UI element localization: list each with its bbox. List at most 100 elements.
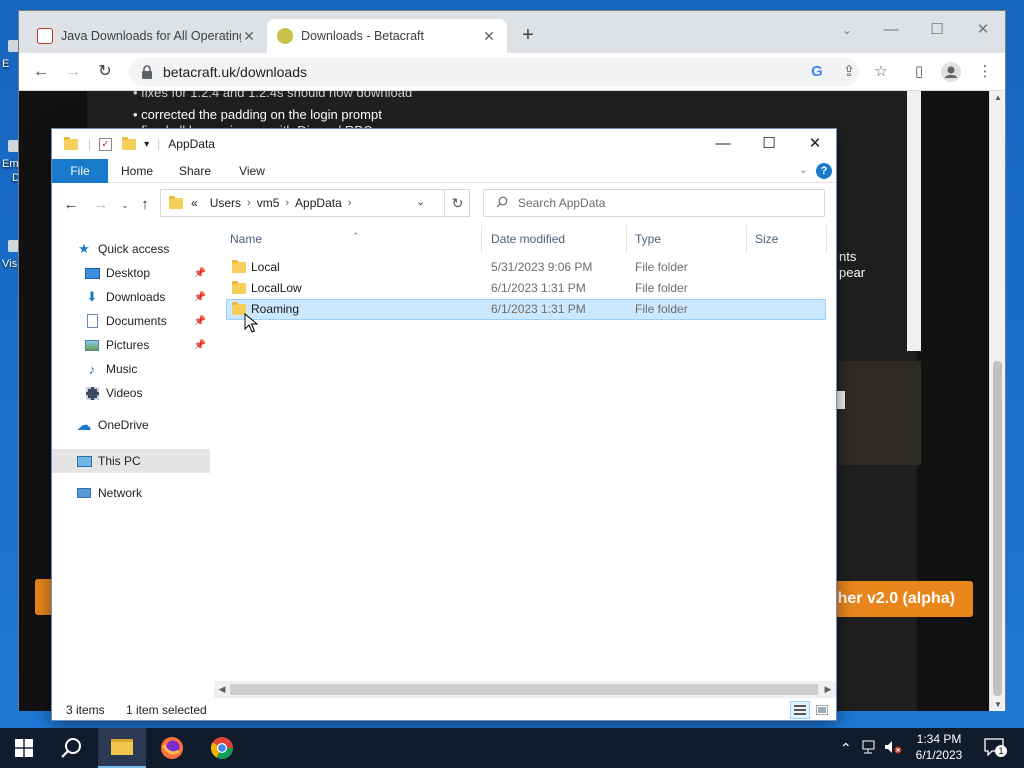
address-history-dropdown-icon[interactable]: ⌄ xyxy=(416,195,425,208)
scroll-right-icon[interactable]: ▶ xyxy=(820,681,836,698)
start-button[interactable] xyxy=(0,728,48,768)
desktop-icon-label: Em xyxy=(2,158,19,170)
nav-desktop[interactable]: Desktop 📌 xyxy=(84,261,210,285)
file-row-local[interactable]: Local 5/31/2023 9:06 PM File folder xyxy=(226,257,826,278)
page-side-text: nts xyxy=(839,249,857,264)
breadcrumb-users[interactable]: Users xyxy=(210,196,241,210)
nav-downloads[interactable]: ⬇ Downloads 📌 xyxy=(84,285,210,309)
nav-network[interactable]: Network xyxy=(76,481,210,505)
tab-search-icon[interactable]: ⌄ xyxy=(827,17,867,43)
back-button[interactable]: ← xyxy=(29,61,53,83)
horizontal-scrollbar-thumb[interactable] xyxy=(230,684,818,695)
nav-label: OneDrive xyxy=(98,418,149,432)
file-row-roaming[interactable]: Roaming 6/1/2023 1:31 PM File folder xyxy=(226,299,826,320)
taskbar-chrome[interactable] xyxy=(198,728,246,768)
minimize-button[interactable]: — xyxy=(700,129,746,159)
file-type: File folder xyxy=(635,302,688,316)
clock-date[interactable]: 6/1/2023 xyxy=(906,748,972,762)
nav-pictures[interactable]: Pictures 📌 xyxy=(84,333,210,357)
nav-videos[interactable]: Videos xyxy=(84,381,210,405)
column-header-date[interactable]: Date modified xyxy=(485,225,627,253)
search-input[interactable] xyxy=(518,196,818,210)
nav-this-pc[interactable]: This PC xyxy=(52,449,210,473)
breadcrumb-appdata[interactable]: AppData xyxy=(295,196,342,210)
new-folder-icon[interactable] xyxy=(122,136,137,150)
close-window-button[interactable]: ✕ xyxy=(963,17,1003,43)
chevron-right-icon[interactable]: › xyxy=(348,197,352,209)
tab-file[interactable]: File xyxy=(52,159,108,183)
breadcrumb-overflow[interactable]: « xyxy=(191,196,198,210)
star-icon: ★ xyxy=(78,241,90,256)
notifications-button[interactable]: 1 xyxy=(984,738,1007,759)
google-icon[interactable]: G xyxy=(807,62,827,82)
menu-kebab-icon[interactable]: ⋮ xyxy=(975,62,995,82)
tab-home[interactable]: Home xyxy=(112,159,162,183)
file-list: Name ⌃ Date modified Type Size Local 5/3… xyxy=(224,225,828,685)
chevron-right-icon[interactable]: › xyxy=(247,197,251,209)
taskbar-file-explorer[interactable] xyxy=(98,728,146,768)
quick-access-toolbar-dropdown-icon[interactable]: ▾ xyxy=(144,139,149,150)
nav-quick-access[interactable]: ★ Quick access xyxy=(76,237,210,261)
maximize-button[interactable]: ☐ xyxy=(746,129,792,159)
column-header-name[interactable]: Name ⌃ xyxy=(224,225,482,253)
page-scrollbar-thumb[interactable] xyxy=(993,361,1002,696)
up-button[interactable]: ↑ xyxy=(134,195,156,215)
changelog-line: • corrected the padding on the login pro… xyxy=(133,107,382,122)
scroll-up-icon[interactable]: ▲ xyxy=(994,93,1002,102)
details-view-button[interactable] xyxy=(790,701,810,719)
nav-documents[interactable]: Documents 📌 xyxy=(84,309,210,333)
file-row-locallow[interactable]: LocalLow 6/1/2023 1:31 PM File folder xyxy=(226,278,826,299)
bookmark-star-icon[interactable]: ☆ xyxy=(871,62,891,82)
close-tab-icon[interactable]: ✕ xyxy=(241,28,257,45)
close-tab-icon[interactable]: ✕ xyxy=(481,28,497,45)
chevron-right-icon[interactable]: › xyxy=(285,197,289,209)
browser-tab-java[interactable]: Java Downloads for All Operating Systems… xyxy=(27,19,267,53)
tab-view[interactable]: View xyxy=(228,159,276,183)
pin-icon: 📌 xyxy=(193,267,206,279)
clock-time[interactable]: 1:34 PM xyxy=(906,732,972,746)
breadcrumb-vm5[interactable]: vm5 xyxy=(257,196,280,210)
tab-share[interactable]: Share xyxy=(170,159,220,183)
show-hidden-icons-icon[interactable]: ⌃ xyxy=(840,740,852,757)
minimize-button[interactable]: — xyxy=(871,17,911,43)
download-launcher-button[interactable]: her v2.0 (alpha) xyxy=(819,581,973,617)
network-status-icon[interactable] xyxy=(862,740,878,757)
page-scrollbar[interactable]: ▲ ▼ xyxy=(989,91,1005,711)
scroll-left-icon[interactable]: ◀ xyxy=(214,681,230,698)
back-button[interactable]: ← xyxy=(60,195,82,215)
column-header-size[interactable]: Size xyxy=(749,225,827,253)
new-tab-button[interactable]: + xyxy=(517,24,539,47)
nav-onedrive[interactable]: ☁ OneDrive xyxy=(76,413,210,437)
forward-button[interactable]: → xyxy=(61,61,85,83)
forward-button[interactable]: → xyxy=(90,195,112,215)
horizontal-scrollbar[interactable]: ◀ ▶ xyxy=(214,681,836,698)
inner-scrollbar[interactable] xyxy=(907,91,921,351)
volume-muted-icon[interactable] xyxy=(884,740,902,757)
search-box[interactable] xyxy=(483,189,825,217)
tab-title: Java Downloads for All Operating Systems xyxy=(61,29,241,43)
side-panel-icon[interactable]: ▯ xyxy=(909,62,929,82)
desktop-icon-label: Vis xyxy=(2,258,18,270)
reload-button[interactable]: ↻ xyxy=(93,61,117,83)
close-window-button[interactable]: ✕ xyxy=(792,129,838,159)
scroll-down-icon[interactable]: ▼ xyxy=(994,700,1002,709)
address-bar[interactable]: betacraft.uk/downloads xyxy=(129,58,859,86)
properties-icon[interactable]: ✓ xyxy=(99,137,113,151)
search-button[interactable] xyxy=(48,728,96,768)
network-icon xyxy=(76,486,92,500)
browser-tab-betacraft[interactable]: Downloads - Betacraft ✕ xyxy=(267,19,507,53)
large-icons-view-button[interactable] xyxy=(812,701,832,719)
pin-icon: 📌 xyxy=(193,339,206,351)
nav-music[interactable]: ♪ Music xyxy=(84,357,210,381)
share-icon[interactable]: ⇪ xyxy=(839,62,859,82)
maximize-button[interactable]: ☐ xyxy=(917,17,957,43)
help-button[interactable]: ? xyxy=(816,163,832,179)
cloud-icon: ☁ xyxy=(76,417,92,434)
recent-locations-icon[interactable]: ⌄ xyxy=(114,195,136,215)
taskbar-firefox[interactable] xyxy=(148,728,196,768)
column-header-type[interactable]: Type xyxy=(629,225,747,253)
refresh-button[interactable]: ↻ xyxy=(444,189,470,217)
file-explorer-icon xyxy=(111,739,133,755)
profile-avatar-icon[interactable] xyxy=(941,62,961,82)
expand-ribbon-icon[interactable]: ⌄ xyxy=(799,163,808,176)
